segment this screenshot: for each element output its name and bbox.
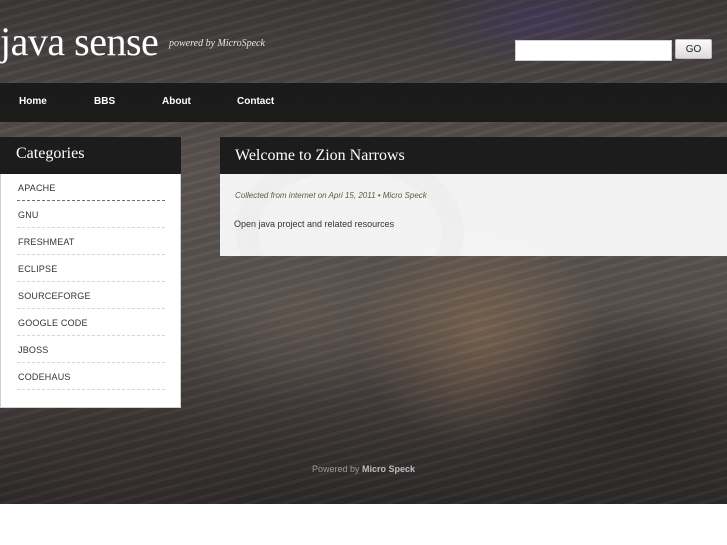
- list-item: SOURCEFORGE: [17, 282, 165, 309]
- list-item: FRESHMEAT: [17, 228, 165, 255]
- post-title[interactable]: Welcome to Zion Narrows: [220, 137, 727, 174]
- nav-item-about[interactable]: About: [162, 96, 191, 107]
- post-meta: Collected from internet on Apri 15, 2011…: [235, 191, 427, 200]
- category-link-google-code[interactable]: GOOGLE CODE: [18, 318, 88, 328]
- category-link-jboss[interactable]: JBOSS: [18, 345, 49, 355]
- footer-prefix: Powered by: [311, 464, 362, 474]
- list-item: GOOGLE CODE: [17, 309, 165, 336]
- site-footer: Powered by Micro Speck: [0, 464, 727, 474]
- site-header: java sense powered by MicroSpeck GO: [0, 0, 727, 83]
- post-body-text: Open java project and related resources: [234, 219, 395, 229]
- page-background: java sense powered by MicroSpeck GO Home…: [0, 0, 727, 504]
- nav-item-contact[interactable]: Contact: [237, 96, 274, 107]
- list-item: ECLIPSE: [17, 255, 165, 282]
- list-item: GNU: [17, 201, 165, 228]
- categories-sidebar: Categories APACHE GNU FRESHMEAT ECLIPSE …: [0, 137, 181, 408]
- category-link-apache[interactable]: APACHE: [18, 183, 56, 193]
- nav-item-bbs[interactable]: BBS: [94, 96, 115, 107]
- category-list: APACHE GNU FRESHMEAT ECLIPSE SOURCEFORGE…: [1, 174, 180, 390]
- category-link-eclipse[interactable]: ECLIPSE: [18, 264, 57, 274]
- category-link-codehaus[interactable]: CODEHAUS: [18, 372, 71, 382]
- category-link-sourceforge[interactable]: SOURCEFORGE: [18, 291, 91, 301]
- categories-heading: Categories: [0, 137, 181, 174]
- site-title[interactable]: java sense: [0, 20, 159, 64]
- list-item: CODEHAUS: [17, 363, 165, 390]
- search-input[interactable]: [515, 40, 672, 61]
- footer-brand-link[interactable]: Micro Speck: [362, 464, 415, 474]
- search-go-button[interactable]: GO: [675, 39, 712, 59]
- main-nav: Home BBS About Contact: [0, 83, 727, 122]
- list-item: APACHE: [17, 174, 165, 201]
- nav-item-home[interactable]: Home: [19, 96, 47, 107]
- list-item: JBOSS: [17, 336, 165, 363]
- post-card: Welcome to Zion Narrows Collected from i…: [220, 137, 727, 256]
- category-link-gnu[interactable]: GNU: [18, 210, 39, 220]
- category-link-freshmeat[interactable]: FRESHMEAT: [18, 237, 75, 247]
- site-tagline: powered by MicroSpeck: [169, 38, 265, 49]
